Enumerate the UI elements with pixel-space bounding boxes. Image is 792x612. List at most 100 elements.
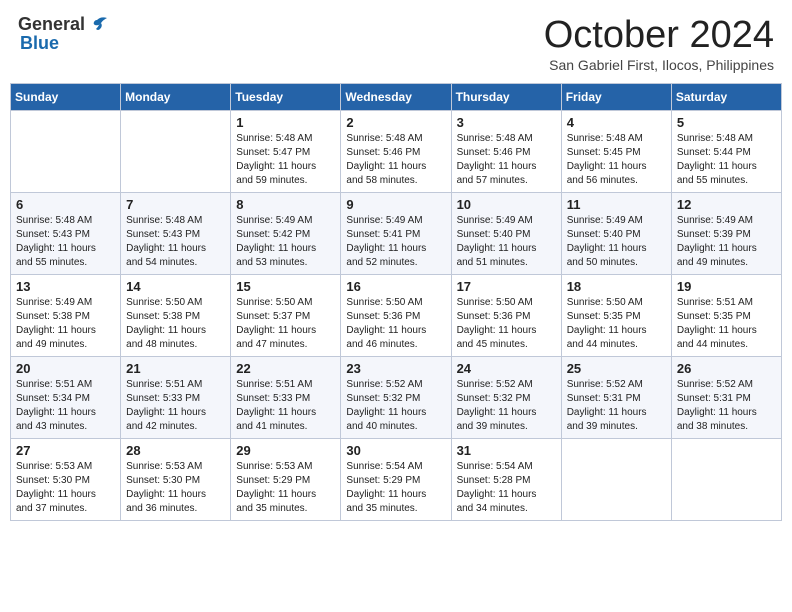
location-text: San Gabriel First, Ilocos, Philippines [544, 57, 774, 73]
cell-info: Sunrise: 5:48 AMSunset: 5:43 PMDaylight:… [16, 215, 96, 268]
calendar-table: SundayMondayTuesdayWednesdayThursdayFrid… [10, 83, 782, 521]
day-number: 14 [126, 279, 225, 294]
day-number: 31 [457, 443, 556, 458]
calendar-cell: 2Sunrise: 5:48 AMSunset: 5:46 PMDaylight… [341, 111, 451, 193]
calendar-cell: 27 Sunrise: 5:53 AMSunset: 5:30 PMDayligh… [11, 439, 121, 521]
cell-info: Sunrise: 5:54 AMSunset: 5:28 PMDaylight:… [457, 461, 537, 514]
logo-general-text: General [18, 14, 85, 35]
calendar-cell [561, 439, 671, 521]
cell-info: Sunrise: 5:51 AMSunset: 5:33 PMDaylight:… [126, 379, 206, 432]
cell-info: Sunrise: 5:50 AMSunset: 5:36 PMDaylight:… [346, 297, 426, 350]
calendar-cell: 30 Sunrise: 5:54 AMSunset: 5:29 PMDayligh… [341, 439, 451, 521]
day-number: 30 [346, 443, 445, 458]
cell-info: Sunrise: 5:48 AMSunset: 5:46 PMDaylight:… [457, 133, 537, 186]
day-number: 27 [16, 443, 115, 458]
cell-info: Sunrise: 5:49 AMSunset: 5:39 PMDaylight:… [677, 215, 757, 268]
day-number: 13 [16, 279, 115, 294]
calendar-cell: 28 Sunrise: 5:53 AMSunset: 5:30 PMDayligh… [121, 439, 231, 521]
calendar-cell: 29Sunrise: 5:53 AMSunset: 5:29 PMDayligh… [231, 439, 341, 521]
cell-info: Sunrise: 5:51 AMSunset: 5:33 PMDaylight:… [236, 379, 316, 432]
calendar-cell: 12 Sunrise: 5:49 AMSunset: 5:39 PMDayligh… [671, 193, 781, 275]
cell-info: Sunrise: 5:52 AMSunset: 5:32 PMDaylight:… [457, 379, 537, 432]
calendar-cell: 9Sunrise: 5:49 AMSunset: 5:41 PMDaylight… [341, 193, 451, 275]
weekday-header-monday: Monday [121, 84, 231, 111]
cell-info: Sunrise: 5:51 AMSunset: 5:34 PMDaylight:… [16, 379, 96, 432]
day-number: 22 [236, 361, 335, 376]
cell-info: Sunrise: 5:53 AMSunset: 5:30 PMDaylight:… [126, 461, 206, 514]
logo: General Blue [18, 14, 109, 54]
logo-blue-text: Blue [20, 33, 59, 54]
cell-info: Sunrise: 5:52 AMSunset: 5:31 PMDaylight:… [567, 379, 647, 432]
day-number: 1 [236, 115, 335, 130]
cell-info: Sunrise: 5:50 AMSunset: 5:36 PMDaylight:… [457, 297, 537, 350]
calendar-cell: 13 Sunrise: 5:49 AMSunset: 5:38 PMDayligh… [11, 275, 121, 357]
cell-info: Sunrise: 5:52 AMSunset: 5:32 PMDaylight:… [346, 379, 426, 432]
day-number: 4 [567, 115, 666, 130]
logo-bird-icon [87, 16, 109, 34]
cell-info: Sunrise: 5:49 AMSunset: 5:42 PMDaylight:… [236, 215, 316, 268]
calendar-cell: 16 Sunrise: 5:50 AMSunset: 5:36 PMDayligh… [341, 275, 451, 357]
weekday-header-row: SundayMondayTuesdayWednesdayThursdayFrid… [11, 84, 782, 111]
day-number: 5 [677, 115, 776, 130]
calendar-cell: 25 Sunrise: 5:52 AMSunset: 5:31 PMDayligh… [561, 357, 671, 439]
cell-info: Sunrise: 5:49 AMSunset: 5:40 PMDaylight:… [567, 215, 647, 268]
calendar-week-row: 13 Sunrise: 5:49 AMSunset: 5:38 PMDayligh… [11, 275, 782, 357]
calendar-cell: 26 Sunrise: 5:52 AMSunset: 5:31 PMDayligh… [671, 357, 781, 439]
calendar-cell: 5 Sunrise: 5:48 AMSunset: 5:44 PMDaylight… [671, 111, 781, 193]
cell-info: Sunrise: 5:49 AMSunset: 5:38 PMDaylight:… [16, 297, 96, 350]
day-number: 19 [677, 279, 776, 294]
calendar-cell: 18 Sunrise: 5:50 AMSunset: 5:35 PMDayligh… [561, 275, 671, 357]
day-number: 28 [126, 443, 225, 458]
cell-info: Sunrise: 5:54 AMSunset: 5:29 PMDaylight:… [346, 461, 426, 514]
day-number: 21 [126, 361, 225, 376]
day-number: 3 [457, 115, 556, 130]
calendar-week-row: 1 Sunrise: 5:48 AMSunset: 5:47 PMDaylight… [11, 111, 782, 193]
calendar-cell: 19Sunrise: 5:51 AMSunset: 5:35 PMDayligh… [671, 275, 781, 357]
calendar-cell: 24Sunrise: 5:52 AMSunset: 5:32 PMDayligh… [451, 357, 561, 439]
weekday-header-tuesday: Tuesday [231, 84, 341, 111]
day-number: 15 [236, 279, 335, 294]
calendar-cell: 8 Sunrise: 5:49 AMSunset: 5:42 PMDaylight… [231, 193, 341, 275]
calendar-week-row: 6 Sunrise: 5:48 AMSunset: 5:43 PMDaylight… [11, 193, 782, 275]
calendar-cell: 7Sunrise: 5:48 AMSunset: 5:43 PMDaylight… [121, 193, 231, 275]
cell-info: Sunrise: 5:50 AMSunset: 5:38 PMDaylight:… [126, 297, 206, 350]
cell-info: Sunrise: 5:52 AMSunset: 5:31 PMDaylight:… [677, 379, 757, 432]
day-number: 26 [677, 361, 776, 376]
cell-info: Sunrise: 5:49 AMSunset: 5:41 PMDaylight:… [346, 215, 426, 268]
calendar-cell: 3 Sunrise: 5:48 AMSunset: 5:46 PMDaylight… [451, 111, 561, 193]
calendar-cell: 4 Sunrise: 5:48 AMSunset: 5:45 PMDaylight… [561, 111, 671, 193]
day-number: 18 [567, 279, 666, 294]
calendar-cell: 15Sunrise: 5:50 AMSunset: 5:37 PMDayligh… [231, 275, 341, 357]
day-number: 8 [236, 197, 335, 212]
day-number: 10 [457, 197, 556, 212]
day-number: 17 [457, 279, 556, 294]
page-header: General Blue October 2024 San Gabriel Fi… [10, 10, 782, 77]
calendar-cell: 1 Sunrise: 5:48 AMSunset: 5:47 PMDaylight… [231, 111, 341, 193]
weekday-header-thursday: Thursday [451, 84, 561, 111]
day-number: 11 [567, 197, 666, 212]
cell-info: Sunrise: 5:50 AMSunset: 5:35 PMDaylight:… [567, 297, 647, 350]
calendar-cell [11, 111, 121, 193]
calendar-cell: 17 Sunrise: 5:50 AMSunset: 5:36 PMDayligh… [451, 275, 561, 357]
weekday-header-saturday: Saturday [671, 84, 781, 111]
calendar-cell [671, 439, 781, 521]
cell-info: Sunrise: 5:48 AMSunset: 5:45 PMDaylight:… [567, 133, 647, 186]
cell-info: Sunrise: 5:49 AMSunset: 5:40 PMDaylight:… [457, 215, 537, 268]
calendar-cell: 23 Sunrise: 5:52 AMSunset: 5:32 PMDayligh… [341, 357, 451, 439]
weekday-header-friday: Friday [561, 84, 671, 111]
weekday-header-wednesday: Wednesday [341, 84, 451, 111]
day-number: 2 [346, 115, 445, 130]
day-number: 16 [346, 279, 445, 294]
day-number: 12 [677, 197, 776, 212]
day-number: 6 [16, 197, 115, 212]
calendar-cell: 20 Sunrise: 5:51 AMSunset: 5:34 PMDayligh… [11, 357, 121, 439]
day-number: 23 [346, 361, 445, 376]
cell-info: Sunrise: 5:53 AMSunset: 5:29 PMDaylight:… [236, 461, 316, 514]
cell-info: Sunrise: 5:53 AMSunset: 5:30 PMDaylight:… [16, 461, 96, 514]
day-number: 20 [16, 361, 115, 376]
cell-info: Sunrise: 5:48 AMSunset: 5:44 PMDaylight:… [677, 133, 757, 186]
day-number: 25 [567, 361, 666, 376]
calendar-cell [121, 111, 231, 193]
cell-info: Sunrise: 5:48 AMSunset: 5:47 PMDaylight:… [236, 133, 316, 186]
calendar-cell: 11 Sunrise: 5:49 AMSunset: 5:40 PMDayligh… [561, 193, 671, 275]
